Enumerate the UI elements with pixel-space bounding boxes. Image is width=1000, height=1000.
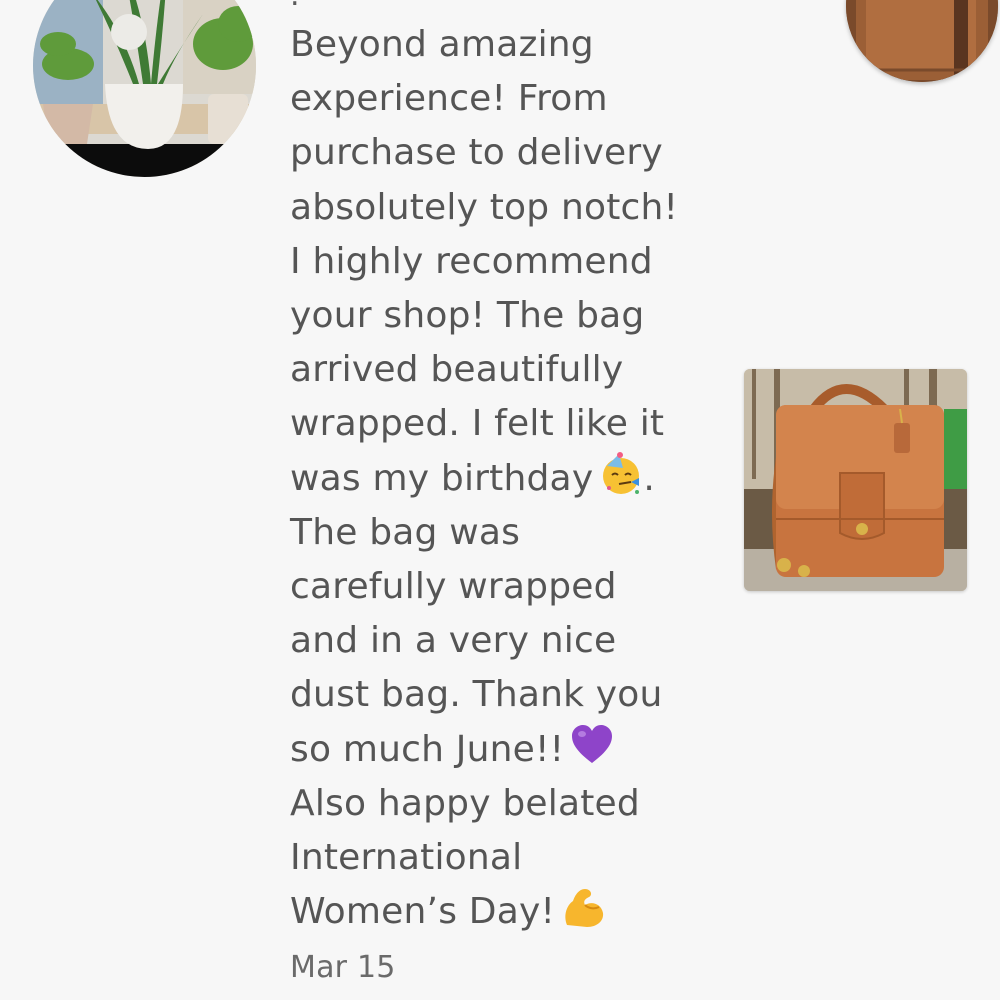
review-line: Beyond amazing	[290, 24, 594, 65]
review-line: International	[290, 837, 523, 879]
review-line-text: so much June!!	[290, 728, 565, 770]
review-line: dust bag. Thank you	[290, 674, 663, 716]
review-line: Women’s Day!	[290, 885, 710, 939]
review-line: purchase to delivery	[290, 132, 663, 174]
partying-face-icon	[599, 451, 643, 496]
review-line: carefully wrapped	[290, 566, 617, 608]
review-date: Mar 15	[290, 950, 396, 985]
review-photo[interactable]	[744, 369, 967, 591]
review-line: The bag was	[290, 511, 521, 553]
review-page: . Beyond amazing experience! From purcha…	[0, 0, 1000, 1000]
review-line: and in a very nice	[290, 620, 617, 662]
flexed-biceps-icon	[561, 885, 605, 929]
review-line: absolutely top notch!	[290, 186, 679, 228]
review-line: I highly recommend	[290, 240, 653, 282]
plants-photo	[33, 0, 256, 177]
leather-bag-thumbnail	[846, 0, 998, 82]
review-line: so much June!!	[290, 723, 710, 777]
shop-avatar[interactable]	[846, 0, 998, 82]
purple-heart-icon	[570, 723, 614, 767]
review-line-text: was my birthday	[290, 457, 594, 499]
review-line-text: Women’s Day!	[290, 891, 556, 933]
review-line: experience! From	[290, 78, 608, 120]
clipped-text-line: .	[290, 0, 300, 13]
review-line: was my birthday.	[290, 451, 710, 506]
review-text: Beyond amazing experience! From purchase…	[290, 18, 710, 939]
review-line: your shop! The bag	[290, 295, 645, 337]
review-line-text: .	[643, 457, 655, 499]
leather-bag-photo	[744, 369, 967, 591]
review-line: Also happy belated	[290, 782, 640, 824]
review-line: arrived beautifully	[290, 349, 624, 391]
reviewer-avatar[interactable]	[33, 0, 256, 177]
review-line: wrapped. I felt like it	[290, 403, 665, 445]
